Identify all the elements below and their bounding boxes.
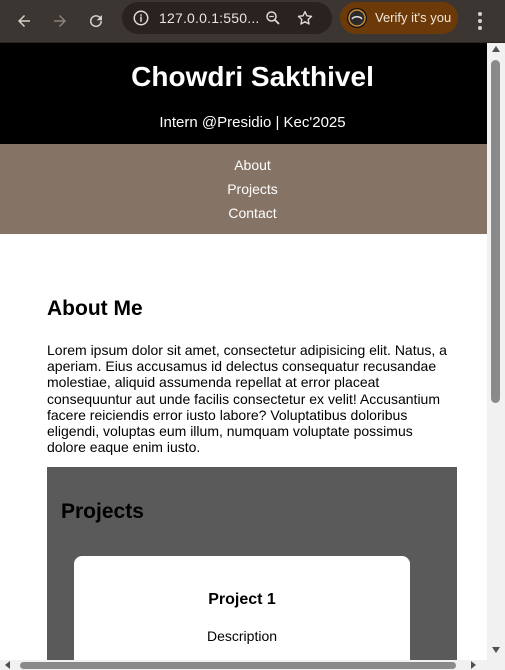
projects-heading: Projects (61, 500, 144, 523)
about-heading: About Me (47, 297, 143, 320)
verify-button[interactable]: Verify it's you (340, 2, 458, 34)
vertical-scroll-thumb[interactable] (491, 60, 500, 403)
project-card[interactable]: Project 1 Description (74, 556, 410, 660)
scroll-left-arrow-icon[interactable] (5, 661, 10, 669)
info-icon[interactable] (132, 9, 150, 27)
profile-avatar-icon (347, 8, 367, 28)
scroll-right-arrow-icon[interactable] (471, 661, 476, 669)
scroll-up-arrow-icon[interactable] (492, 46, 500, 52)
forward-icon (54, 15, 66, 27)
project-description: Description (206, 628, 278, 644)
horizontal-scroll-thumb[interactable] (20, 662, 456, 669)
nav-link-projects[interactable]: Projects (0, 180, 487, 198)
nav-link-contact[interactable]: Contact (0, 204, 487, 222)
url-text[interactable]: 127.0.0.1:550... (159, 10, 260, 26)
verify-label: Verify it's you (375, 10, 452, 25)
scroll-down-arrow-icon[interactable] (492, 647, 500, 653)
site-header: Chowdri Sakthivel Intern @Presidio | Kec… (0, 43, 487, 144)
back-icon (18, 15, 30, 27)
nav-link-about[interactable]: About (0, 156, 487, 174)
vertical-scrollbar[interactable] (487, 43, 505, 660)
star-icon[interactable] (296, 9, 314, 27)
browser-toolbar: 127.0.0.1:550... Verify it's you (0, 0, 505, 43)
site-nav: About Projects Contact (0, 144, 487, 234)
page-subtitle: Intern @Presidio | Kec'2025 (159, 114, 346, 131)
zoom-icon[interactable] (264, 9, 282, 27)
back-button[interactable] (8, 5, 40, 37)
menu-icon[interactable] (470, 6, 490, 36)
address-bar[interactable]: 127.0.0.1:550... (122, 2, 332, 34)
projects-section: Projects Project 1 Description (47, 467, 457, 660)
forward-button[interactable] (44, 5, 76, 37)
page-viewport: Chowdri Sakthivel Intern @Presidio | Kec… (0, 43, 487, 660)
reload-button[interactable] (80, 5, 112, 37)
about-text: Lorem ipsum dolor sit amet, consectetur … (47, 342, 447, 456)
project-title: Project 1 (208, 591, 276, 608)
horizontal-scrollbar[interactable] (0, 660, 505, 670)
page-title: Chowdri Sakthivel (131, 61, 374, 92)
reload-icon (90, 15, 103, 28)
